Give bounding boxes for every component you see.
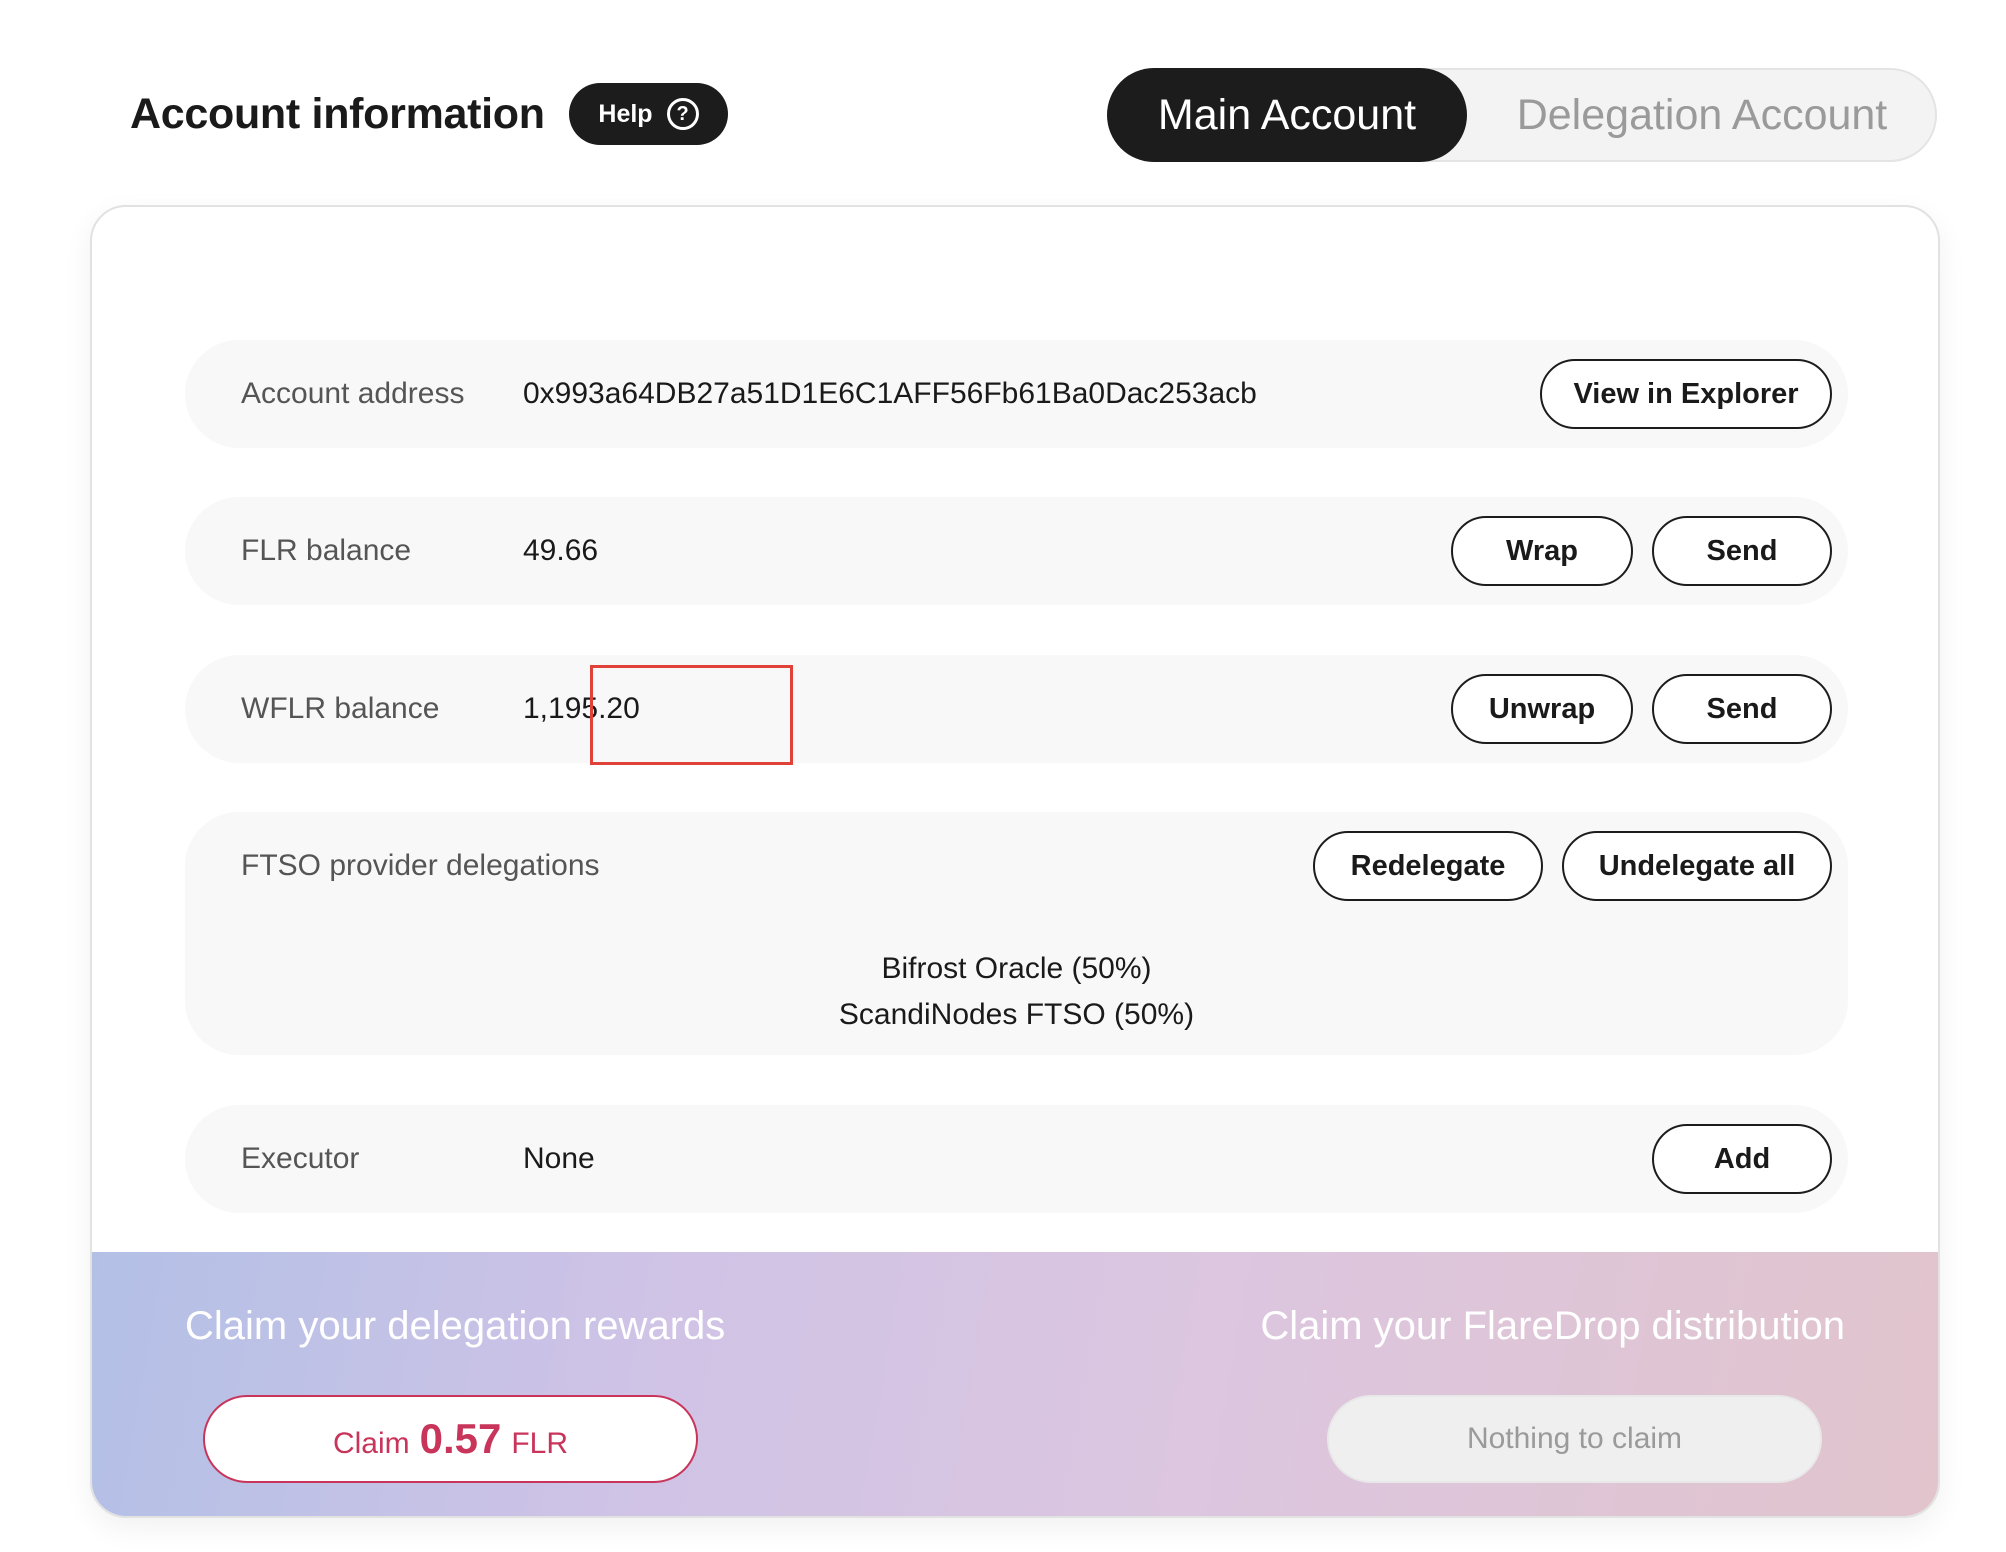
view-in-explorer-button[interactable]: View in Explorer	[1540, 359, 1832, 429]
executor-row: Executor None Add	[185, 1105, 1848, 1213]
delegation-list: Bifrost Oracle (50%) ScandiNodes FTSO (5…	[185, 946, 1848, 1038]
undelegate-all-button[interactable]: Undelegate all	[1562, 831, 1832, 901]
delegation-item: ScandiNodes FTSO (50%)	[838, 998, 1195, 1031]
ftso-delegations-row: FTSO provider delegations Redelegate Und…	[185, 812, 1848, 1055]
account-switch: Main Account Delegation Account	[1107, 68, 1937, 162]
question-circle-icon: ?	[666, 98, 699, 130]
flr-balance-label: FLR balance	[241, 534, 412, 567]
wflr-highlight-box	[590, 665, 793, 765]
redelegate-button[interactable]: Redelegate	[1313, 831, 1543, 901]
flr-send-button[interactable]: Send	[1652, 516, 1832, 586]
account-address-row: Account address 0x993a64DB27a51D1E6C1AFF…	[185, 340, 1848, 448]
help-label: Help	[598, 99, 653, 128]
add-executor-button[interactable]: Add	[1652, 1124, 1832, 1194]
flr-balance-row: FLR balance 49.66 Wrap Send	[185, 497, 1848, 605]
unwrap-button[interactable]: Unwrap	[1451, 674, 1633, 744]
delegation-item: Bifrost Oracle (50%)	[881, 952, 1152, 985]
account-address-value: 0x993a64DB27a51D1E6C1AFF56Fb61Ba0Dac253a…	[523, 377, 1257, 410]
account-address-label: Account address	[241, 377, 465, 410]
claim-amount: 0.57	[419, 1415, 502, 1462]
wrap-button[interactable]: Wrap	[1451, 516, 1633, 586]
wflr-send-button[interactable]: Send	[1652, 674, 1832, 744]
nothing-to-claim-button: Nothing to claim	[1327, 1395, 1822, 1483]
flr-balance-value: 49.66	[523, 534, 599, 567]
tab-delegation-account[interactable]: Delegation Account	[1467, 68, 1937, 162]
account-card: Account address 0x993a64DB27a51D1E6C1AFF…	[90, 205, 1940, 1518]
ftso-delegations-label: FTSO provider delegations	[241, 849, 600, 882]
claim-rewards-button[interactable]: Claim 0.57 FLR	[203, 1395, 698, 1483]
wflr-balance-row: WFLR balance 1,195.20 Unwrap Send	[185, 655, 1848, 765]
tab-main-account[interactable]: Main Account	[1107, 68, 1467, 162]
wflr-balance-label: WFLR balance	[241, 692, 440, 725]
help-button[interactable]: Help ?	[569, 83, 728, 145]
claim-prefix: Claim	[332, 1427, 410, 1460]
claim-rewards-title: Claim your delegation rewards	[185, 1304, 726, 1348]
executor-value: None	[523, 1142, 595, 1175]
claim-band: Claim your delegation rewards Claim your…	[92, 1252, 1938, 1516]
page-title: Account information	[130, 90, 545, 138]
claim-unit: FLR	[511, 1427, 569, 1460]
claim-flaredrop-title: Claim your FlareDrop distribution	[1260, 1304, 1845, 1348]
executor-label: Executor	[241, 1142, 360, 1175]
